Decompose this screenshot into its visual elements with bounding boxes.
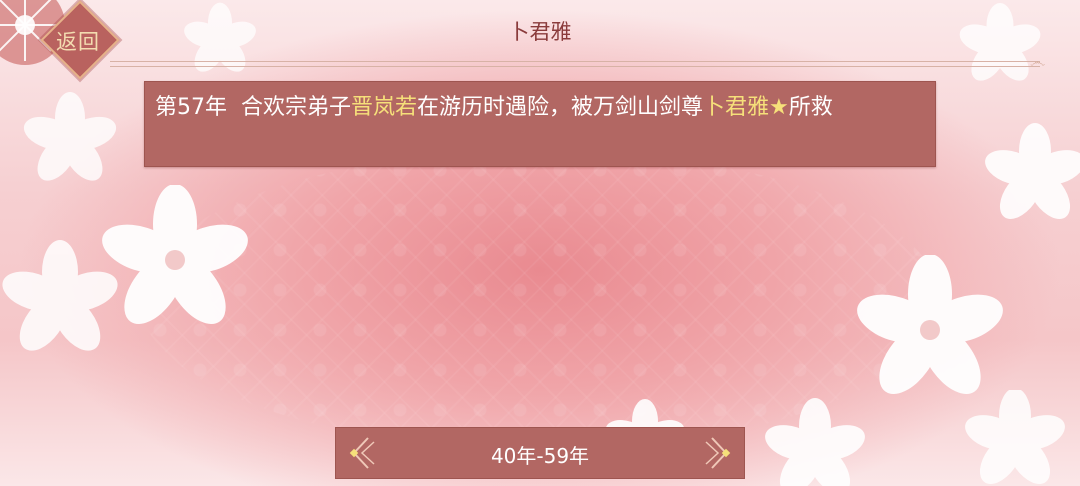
flower-decoration — [965, 390, 1065, 484]
event-text: 合欢宗弟子 — [241, 95, 352, 120]
flower-decoration — [102, 185, 248, 324]
event-person-link[interactable]: 卜君雅★ — [703, 95, 789, 120]
flower-decoration — [2, 240, 118, 351]
event-entry: 第57年 合欢宗弟子晋岚若在游历时遇险，被万剑山剑尊卜君雅★所救 — [144, 81, 936, 167]
screen: 返回 卜君雅 ෴ 第57年 合欢宗弟子晋岚若在游历时遇险，被万剑山剑尊卜君雅★所… — [0, 0, 1080, 486]
event-person-link[interactable]: 晋岚若 — [351, 95, 417, 120]
page-title: 卜君雅 — [508, 20, 572, 44]
flower-decoration — [23, 92, 117, 181]
title-divider — [110, 61, 1040, 67]
flower-decoration — [765, 398, 865, 486]
event-text: 所救 — [788, 95, 833, 120]
event-year: 第57年 — [155, 95, 227, 120]
event-text: 在游历时遇险，被万剑山剑尊 — [417, 95, 704, 120]
period-selector: 40年-59年 — [335, 427, 745, 479]
period-label: 40年-59年 — [490, 444, 590, 468]
divider-swirl-icon: ෴ — [1030, 52, 1046, 71]
flower-decoration — [857, 255, 1003, 394]
flower-decoration — [985, 123, 1080, 219]
chevron-right-icon[interactable] — [696, 432, 738, 474]
